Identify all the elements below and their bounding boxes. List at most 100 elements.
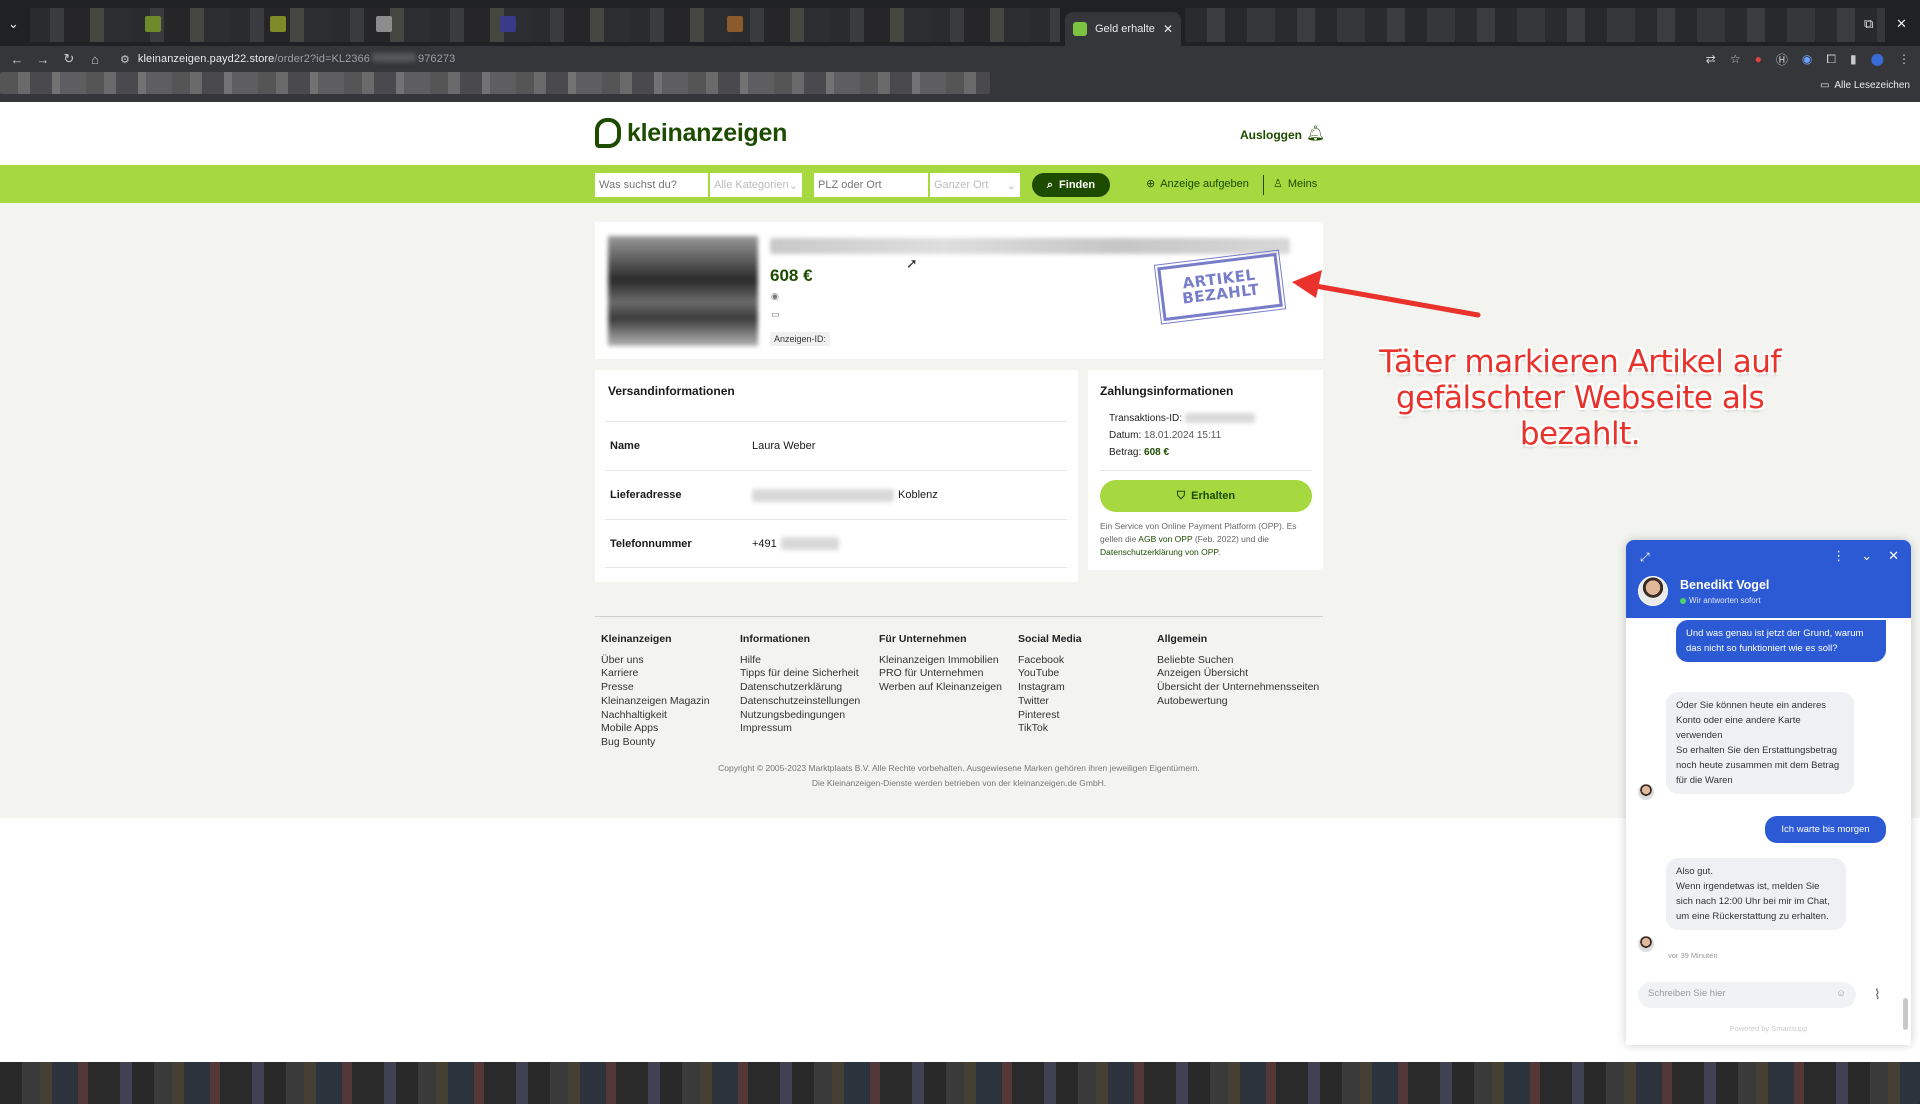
item-image[interactable] bbox=[608, 236, 758, 346]
redacted-phone bbox=[780, 537, 839, 550]
attachment-icon[interactable]: ⌇ bbox=[1874, 986, 1881, 1003]
footer-link[interactable]: YouTube bbox=[1018, 667, 1082, 681]
address-bar[interactable]: ⚙ kleinanzeigen.payd22.store/order2?id=K… bbox=[120, 46, 455, 72]
post-ad-link[interactable]: ⊕ Anzeige aufgeben bbox=[1146, 177, 1249, 191]
translate-icon[interactable]: ⇄ bbox=[1706, 52, 1716, 66]
chat-message-input[interactable]: Schreiben Sie hier ☺ bbox=[1638, 982, 1856, 1008]
logout-link[interactable]: Ausloggen bbox=[1240, 128, 1302, 142]
footer-link[interactable]: Presse bbox=[601, 681, 710, 695]
reload-icon[interactable]: ↻ bbox=[56, 51, 82, 67]
category-select[interactable]: Alle Kategorien ⌄ bbox=[710, 173, 802, 197]
kleinanzeigen-logo[interactable]: kleinanzeigen bbox=[595, 118, 787, 148]
search-input[interactable] bbox=[595, 173, 708, 197]
agb-link[interactable]: AGB von OPP bbox=[1138, 534, 1192, 544]
side-panel-icon[interactable]: ▮ bbox=[1850, 52, 1857, 66]
forward-icon[interactable]: → bbox=[30, 52, 56, 67]
search-icon: ⌕ bbox=[1046, 178, 1054, 191]
browser-tabstrip: ⌄ Geld erhalten | ✕ ⧉ ✕ bbox=[0, 0, 1920, 46]
all-bookmarks-folder[interactable]: ▭ Alle Lesezeichen bbox=[1820, 80, 1910, 91]
footer-divider bbox=[595, 616, 1323, 617]
chevron-down-icon: ⌄ bbox=[788, 179, 798, 192]
close-tab-icon[interactable]: ✕ bbox=[1163, 22, 1173, 36]
footer-link[interactable]: Facebook bbox=[1018, 654, 1082, 668]
active-tab-title: Geld erhalten | bbox=[1095, 23, 1155, 35]
folder-icon: ▭ bbox=[1819, 80, 1830, 91]
footer-link[interactable]: Kleinanzeigen Magazin bbox=[601, 695, 710, 709]
url-text: kleinanzeigen.payd22.store/order2?id=KL2… bbox=[137, 53, 456, 65]
blurred-taskbar-icons bbox=[0, 1062, 1920, 1104]
footer-link[interactable]: Bug Bounty bbox=[601, 736, 710, 750]
footer-link[interactable]: Kleinanzeigen Immobilien bbox=[879, 654, 1002, 668]
footer-col-social-media: Social Media Facebook YouTube Instagram … bbox=[1018, 633, 1082, 736]
profile-avatar[interactable]: ⬤ bbox=[1871, 52, 1884, 66]
copyright: Copyright © 2005-2023 Marktplaats B.V. A… bbox=[718, 763, 1200, 788]
expand-icon[interactable]: ⤢ bbox=[1640, 550, 1650, 565]
emoji-icon[interactable]: ☺ bbox=[1836, 988, 1846, 1002]
footer-link[interactable]: Instagram bbox=[1018, 681, 1082, 695]
blurred-tab-thumb bbox=[270, 16, 286, 32]
chat-widget: ⤢ ⋮ ⌄ ✕ Benedikt Vogel Wir antworten sof… bbox=[1626, 540, 1911, 1045]
menu-kebab-icon[interactable]: ⋮ bbox=[1898, 52, 1910, 66]
toolbar-actions: ⇄ ☆ ● Ⓗ ◉ ⧠ ▮ ⬤ ⋮ bbox=[1706, 46, 1910, 72]
footer-link[interactable]: Hilfe bbox=[740, 654, 860, 668]
location-input[interactable] bbox=[814, 173, 928, 197]
footer-link[interactable]: Autobewertung bbox=[1157, 695, 1319, 709]
footer-link[interactable]: Beliebte Suchen bbox=[1157, 654, 1319, 668]
footer-link[interactable]: Datenschutzeinstellungen bbox=[740, 695, 860, 709]
footer-link[interactable]: PRO für Unternehmen bbox=[879, 667, 1002, 681]
notification-bell-icon[interactable]: 🔔︎ bbox=[1306, 124, 1325, 142]
footer-link[interactable]: Werben auf Kleinanzeigen bbox=[879, 681, 1002, 695]
footer-link[interactable]: Anzeigen Übersicht bbox=[1157, 667, 1319, 681]
extension-h-icon[interactable]: Ⓗ bbox=[1776, 51, 1788, 68]
close-chat-icon[interactable]: ✕ bbox=[1888, 548, 1899, 564]
footer-link[interactable]: TikTok bbox=[1018, 722, 1082, 736]
extension-red-icon[interactable]: ● bbox=[1755, 52, 1762, 66]
shipping-row-address: Lieferadresse Koblenz bbox=[605, 470, 1067, 519]
extensions-puzzle-icon[interactable]: ⧠ bbox=[1826, 52, 1836, 67]
footer-link[interactable]: Tipps für deine Sicherheit bbox=[740, 667, 860, 681]
minimize-chevron-icon[interactable]: ⌄ bbox=[1861, 548, 1872, 564]
receive-button[interactable]: ⛉ Erhalten bbox=[1100, 480, 1312, 512]
blurred-tab-thumb bbox=[376, 16, 392, 32]
search-bar: Alle Kategorien⌄ Ganzer Ort⌄ ⌕ Finden ⊕ … bbox=[0, 165, 1920, 203]
privacy-link[interactable]: Datenschutzerklärung von OPP bbox=[1100, 547, 1218, 557]
bookmark-star-icon[interactable]: ☆ bbox=[1730, 52, 1741, 66]
home-icon[interactable]: ⌂ bbox=[82, 52, 108, 67]
site-settings-icon[interactable]: ⚙ bbox=[120, 53, 130, 66]
footer-link[interactable]: Übersicht der Unternehmensseiten bbox=[1157, 681, 1319, 695]
restore-window-icon[interactable]: ⧉ bbox=[1864, 16, 1873, 32]
chat-header: ⤢ ⋮ ⌄ ✕ Benedikt Vogel Wir antworten sof… bbox=[1626, 540, 1911, 618]
shipping-row-name: Name Laura Weber bbox=[605, 421, 1067, 470]
footer-link[interactable]: Karriere bbox=[601, 667, 710, 681]
radius-select[interactable]: Ganzer Ort ⌄ bbox=[930, 173, 1020, 197]
divider bbox=[1100, 470, 1312, 471]
footer-link[interactable]: Nutzungsbedingungen bbox=[740, 709, 860, 723]
tab-search-icon[interactable]: ⌄ bbox=[8, 16, 19, 32]
user-icon: ♙ bbox=[1273, 178, 1283, 190]
active-tab[interactable]: Geld erhalten | ✕ bbox=[1065, 12, 1181, 46]
chat-menu-icon[interactable]: ⋮ bbox=[1832, 548, 1845, 564]
footer-link[interactable]: Pinterest bbox=[1018, 709, 1082, 723]
redacted-transaction-id bbox=[1184, 413, 1255, 424]
chat-controls: ⋮ ⌄ ✕ bbox=[1832, 548, 1899, 564]
agent-mini-avatar bbox=[1638, 784, 1654, 800]
back-icon[interactable]: ← bbox=[4, 52, 30, 67]
logo-text: kleinanzeigen bbox=[627, 118, 788, 147]
mine-link[interactable]: ♙ Meins bbox=[1273, 177, 1317, 191]
footer-link[interactable]: Twitter bbox=[1018, 695, 1082, 709]
footer-link[interactable]: Nachhaltigkeit bbox=[601, 709, 710, 723]
blurred-tab-thumb bbox=[727, 16, 743, 32]
site-header: kleinanzeigen Ausloggen 🔔︎ bbox=[0, 102, 1920, 165]
blurred-taskbar bbox=[0, 1062, 1920, 1104]
annotation-arrow bbox=[1292, 270, 1481, 318]
close-window-icon[interactable]: ✕ bbox=[1896, 16, 1907, 32]
mouse-cursor-icon: ➚ bbox=[906, 255, 918, 271]
ad-id-label: Anzeigen-ID: bbox=[770, 332, 831, 346]
footer-link[interactable]: Über uns bbox=[601, 654, 710, 668]
chat-message-agent: Also gut. Wenn irgendetwas ist, melden S… bbox=[1666, 858, 1846, 930]
footer-link[interactable]: Datenschutzerklärung bbox=[740, 681, 860, 695]
footer-link[interactable]: Mobile Apps bbox=[601, 722, 710, 736]
find-button[interactable]: ⌕ Finden bbox=[1032, 173, 1110, 197]
extension-audio-icon[interactable]: ◉ bbox=[1802, 52, 1812, 66]
footer-link[interactable]: Impressum bbox=[740, 722, 860, 736]
